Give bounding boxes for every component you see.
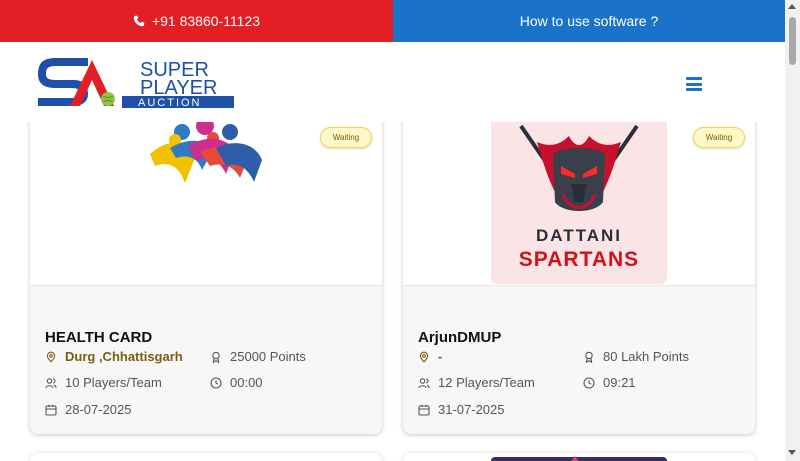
logo-line3: AUCTION: [138, 97, 202, 108]
date: 31-07-2025: [418, 402, 505, 417]
points: 80 Lakh Points: [583, 349, 689, 364]
super-player-auction-logo[interactable]: SUPER PLAYER AUCTION: [34, 54, 234, 109]
players: 10 Players/Team: [45, 375, 162, 390]
dattani-spartans-logo: DATTANI SPARTANS: [491, 114, 667, 284]
auction-name: ArjunDMUP: [418, 329, 502, 346]
time-text: 00:00: [230, 375, 263, 390]
clock-icon: [583, 376, 595, 389]
users-icon: [418, 377, 430, 388]
auction-card-partial[interactable]: [403, 453, 755, 461]
time-text: 09:21: [603, 375, 636, 390]
status-badge: Waiting: [693, 127, 745, 148]
calendar-icon: [418, 404, 430, 416]
players: 12 Players/Team: [418, 375, 535, 390]
scroll-up-icon[interactable]: [788, 4, 796, 9]
scroll-down-icon[interactable]: [788, 450, 796, 455]
navbar: SUPER PLAYER AUCTION: [0, 42, 785, 122]
location-pin-icon: [46, 351, 56, 363]
logo-text-top: DATTANI: [535, 226, 623, 245]
location-text: -: [438, 349, 443, 364]
points-text: 25000 Points: [230, 349, 306, 364]
phone-number: +91 83860-11123: [151, 13, 261, 29]
location: Durg ,Chhattisgarh: [45, 349, 183, 364]
top-contact-bar: +91 83860-11123 How to use software ?: [0, 0, 785, 42]
auction-card[interactable]: DATTANI SPARTANS Waiting ArjunDMUP - 80 …: [403, 98, 755, 434]
award-icon: [212, 351, 220, 363]
date-text: 31-07-2025: [438, 402, 505, 417]
award-icon: [585, 351, 593, 363]
points-text: 80 Lakh Points: [603, 349, 690, 364]
points: 25000 Points: [210, 349, 306, 364]
phone-icon: [133, 15, 145, 27]
players-text: 12 Players/Team: [438, 375, 535, 390]
auction-logo-partial: [491, 456, 667, 461]
location-text: Durg ,Chhattisgarh: [65, 349, 183, 364]
auction-name: HEALTH CARD: [45, 329, 153, 346]
users-icon: [45, 377, 57, 388]
time: 09:21: [583, 375, 636, 390]
auction-card[interactable]: Waiting HEALTH CARD Durg ,Chhattisgarh 2…: [30, 98, 382, 434]
calendar-icon: [45, 404, 57, 416]
auction-card-partial[interactable]: [30, 453, 382, 461]
clock-icon: [210, 376, 222, 389]
location-pin-icon: [419, 351, 429, 363]
location: -: [418, 349, 442, 364]
logo-line2: PLAYER: [140, 77, 217, 99]
menu-toggle-icon[interactable]: [686, 77, 702, 91]
page-scrollbar[interactable]: [785, 0, 800, 461]
logo-text-bottom: SPARTANS: [518, 248, 640, 271]
players-text: 10 Players/Team: [65, 375, 162, 390]
status-badge: Waiting: [320, 127, 372, 148]
date: 28-07-2025: [45, 402, 132, 417]
time: 00:00: [210, 375, 263, 390]
how-to-use-link[interactable]: How to use software ?: [393, 0, 785, 42]
scrollbar-thumb[interactable]: [789, 17, 796, 65]
phone-contact[interactable]: +91 83860-11123: [0, 0, 393, 42]
date-text: 28-07-2025: [65, 402, 132, 417]
